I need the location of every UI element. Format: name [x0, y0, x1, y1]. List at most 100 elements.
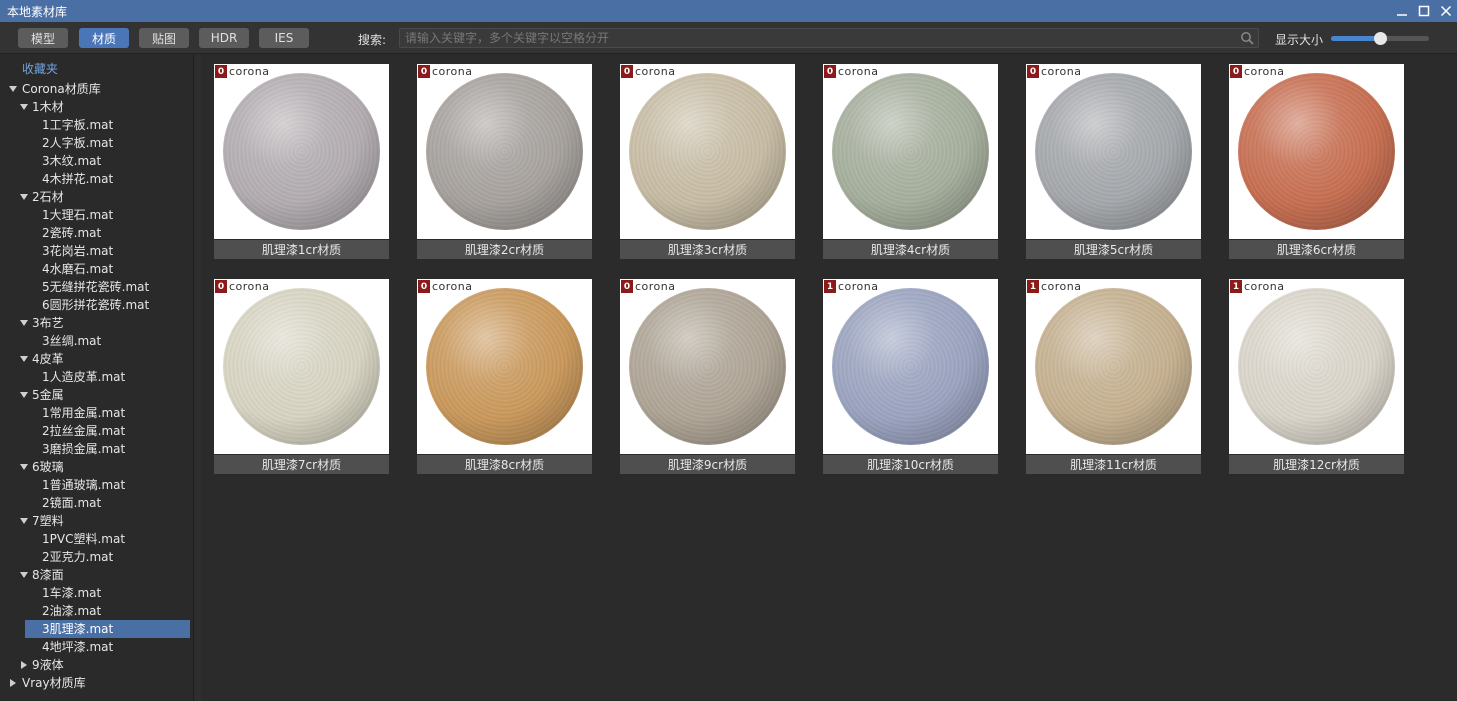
- badge-number: 0: [824, 65, 836, 78]
- material-thumbnail[interactable]: 1 corona: [1229, 279, 1404, 454]
- badge-number: 1: [1027, 280, 1039, 293]
- close-icon[interactable]: [1439, 4, 1453, 18]
- tab-textures[interactable]: 贴图: [139, 28, 189, 48]
- tree-folder[interactable]: 3布艺: [0, 314, 193, 332]
- tree-item-label: 3花岗岩.mat: [42, 244, 114, 258]
- tab-models[interactable]: 模型: [18, 28, 68, 48]
- library-tree: Corona材质库 1木材 1工字板.mat 2人字板.mat 3木纹.mat 4木拼花.…: [0, 80, 193, 692]
- badge-number: 0: [621, 65, 633, 78]
- corona-logo: corona: [1041, 65, 1082, 78]
- maximize-icon[interactable]: [1417, 4, 1431, 18]
- material-card[interactable]: 1 corona 肌理漆11cr材质: [1026, 279, 1201, 474]
- material-thumbnail[interactable]: 0 corona: [823, 64, 998, 239]
- material-card[interactable]: 0 corona 肌理漆9cr材质: [620, 279, 795, 474]
- material-card[interactable]: 1 corona 肌理漆10cr材质: [823, 279, 998, 474]
- material-thumbnail[interactable]: 0 corona: [1026, 64, 1201, 239]
- tree-item[interactable]: 2亚克力.mat: [0, 548, 193, 566]
- tree-item[interactable]: 5无缝拼花瓷砖.mat: [0, 278, 193, 296]
- tree-folder[interactable]: 1木材: [0, 98, 193, 116]
- material-name: 肌理漆7cr材质: [214, 455, 389, 474]
- tree-item[interactable]: 3磨损金属.mat: [0, 440, 193, 458]
- tree-item[interactable]: 1车漆.mat: [0, 584, 193, 602]
- tree-item[interactable]: 1工字板.mat: [0, 116, 193, 134]
- tree-item-label: 3木纹.mat: [42, 154, 102, 168]
- renderer-badge: 1 corona: [1027, 280, 1082, 293]
- caret-down-icon[interactable]: [19, 458, 29, 476]
- tab-materials[interactable]: 材质: [79, 28, 129, 48]
- search-input[interactable]: [400, 29, 1230, 47]
- material-card[interactable]: 0 corona 肌理漆4cr材质: [823, 64, 998, 259]
- caret-down-icon[interactable]: [19, 512, 29, 530]
- material-thumbnail[interactable]: 0 corona: [1229, 64, 1404, 239]
- material-thumbnail[interactable]: 0 corona: [620, 279, 795, 454]
- material-card[interactable]: 0 corona 肌理漆7cr材质: [214, 279, 389, 474]
- tree-item[interactable]: 2镜面.mat: [0, 494, 193, 512]
- tree-item[interactable]: 1常用金属.mat: [0, 404, 193, 422]
- search-icon[interactable]: [1240, 31, 1254, 45]
- material-thumbnail[interactable]: 0 corona: [417, 279, 592, 454]
- tree-folder[interactable]: 4皮革: [0, 350, 193, 368]
- caret-down-icon[interactable]: [8, 80, 18, 98]
- material-card[interactable]: 0 corona 肌理漆5cr材质: [1026, 64, 1201, 259]
- tree-item-label: 6玻璃: [32, 460, 64, 474]
- material-card[interactable]: 0 corona 肌理漆8cr材质: [417, 279, 592, 474]
- tree-item[interactable]: 3木纹.mat: [0, 152, 193, 170]
- tree-item[interactable]: 3花岗岩.mat: [0, 242, 193, 260]
- tree-item[interactable]: 2油漆.mat: [0, 602, 193, 620]
- tree-item-label: 1常用金属.mat: [42, 406, 126, 420]
- tree-item-label: 7塑料: [32, 514, 64, 528]
- tree-item-label: Corona材质库: [22, 82, 101, 96]
- display-size-slider[interactable]: [1331, 32, 1429, 45]
- tree-item[interactable]: 1人造皮革.mat: [0, 368, 193, 386]
- material-card[interactable]: 0 corona 肌理漆2cr材质: [417, 64, 592, 259]
- slider-knob[interactable]: [1374, 32, 1387, 45]
- renderer-badge: 0 corona: [621, 280, 676, 293]
- tree-folder[interactable]: Vray材质库: [0, 674, 193, 692]
- caret-down-icon[interactable]: [19, 386, 29, 404]
- tree-item[interactable]: 1PVC塑料.mat: [0, 530, 193, 548]
- material-thumbnail[interactable]: 0 corona: [620, 64, 795, 239]
- tree-item[interactable]: 4水磨石.mat: [0, 260, 193, 278]
- favorites-link[interactable]: 收藏夹: [22, 60, 58, 77]
- tree-folder[interactable]: 9液体: [0, 656, 193, 674]
- tree-item[interactable]: 3丝绸.mat: [0, 332, 193, 350]
- tree-folder[interactable]: 5金属: [0, 386, 193, 404]
- tree-item-label: 6圆形拼花瓷砖.mat: [42, 298, 150, 312]
- tree-item[interactable]: 1普通玻璃.mat: [0, 476, 193, 494]
- material-thumbnail[interactable]: 1 corona: [1026, 279, 1201, 454]
- tree-folder[interactable]: 8漆面: [0, 566, 193, 584]
- tree-item[interactable]: 2瓷砖.mat: [0, 224, 193, 242]
- badge-number: 0: [418, 65, 430, 78]
- tab-hdr[interactable]: HDR: [199, 28, 249, 48]
- material-thumbnail[interactable]: 0 corona: [417, 64, 592, 239]
- tree-item[interactable]: 4地坪漆.mat: [0, 638, 193, 656]
- tree-folder[interactable]: 2石材: [0, 188, 193, 206]
- tree-item[interactable]: 2拉丝金属.mat: [0, 422, 193, 440]
- material-card[interactable]: 0 corona 肌理漆3cr材质: [620, 64, 795, 259]
- material-name: 肌理漆10cr材质: [823, 455, 998, 474]
- tree-folder[interactable]: 6玻璃: [0, 458, 193, 476]
- caret-right-icon[interactable]: [8, 674, 18, 692]
- tree-item[interactable]: 3肌理漆.mat: [25, 620, 190, 638]
- tree-item[interactable]: 6圆形拼花瓷砖.mat: [0, 296, 193, 314]
- corona-logo: corona: [229, 280, 270, 293]
- tab-ies[interactable]: IES: [259, 28, 309, 48]
- material-card[interactable]: 1 corona 肌理漆12cr材质: [1229, 279, 1404, 474]
- material-thumbnail[interactable]: 0 corona: [214, 279, 389, 454]
- caret-down-icon[interactable]: [19, 350, 29, 368]
- caret-right-icon[interactable]: [19, 656, 29, 674]
- material-card[interactable]: 0 corona 肌理漆6cr材质: [1229, 64, 1404, 259]
- tree-item[interactable]: 2人字板.mat: [0, 134, 193, 152]
- caret-down-icon[interactable]: [19, 314, 29, 332]
- minimize-icon[interactable]: [1395, 4, 1409, 18]
- tree-item[interactable]: 4木拼花.mat: [0, 170, 193, 188]
- tree-item[interactable]: 1大理石.mat: [0, 206, 193, 224]
- caret-down-icon[interactable]: [19, 188, 29, 206]
- material-card[interactable]: 0 corona 肌理漆1cr材质: [214, 64, 389, 259]
- tree-folder[interactable]: Corona材质库: [0, 80, 193, 98]
- material-thumbnail[interactable]: 1 corona: [823, 279, 998, 454]
- caret-down-icon[interactable]: [19, 98, 29, 116]
- caret-down-icon[interactable]: [19, 566, 29, 584]
- material-thumbnail[interactable]: 0 corona: [214, 64, 389, 239]
- tree-folder[interactable]: 7塑料: [0, 512, 193, 530]
